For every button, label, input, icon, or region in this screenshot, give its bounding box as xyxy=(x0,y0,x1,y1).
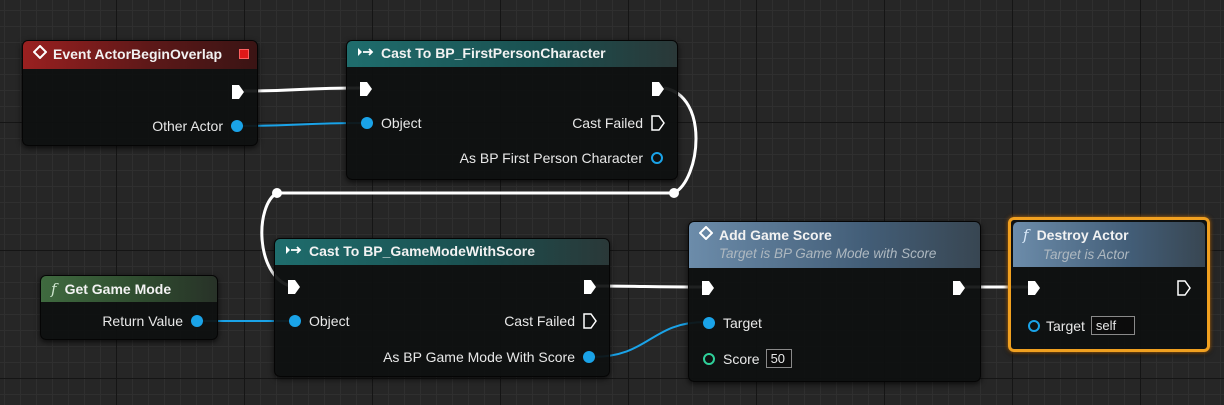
pin-other-actor[interactable]: Other Actor xyxy=(152,118,243,134)
node-subtitle: Target is Actor xyxy=(1043,247,1130,262)
node-header[interactable]: Cast To BP_FirstPersonCharacter xyxy=(347,41,677,67)
node-title: Add Game Score xyxy=(719,227,832,243)
exec-out-pin[interactable] xyxy=(583,279,597,295)
event-actor-begin-overlap-node[interactable]: Event ActorBeginOverlap Other Actor xyxy=(22,40,258,146)
pin-as-gamemode[interactable]: As BP Game Mode With Score xyxy=(383,349,595,365)
object-pin-icon xyxy=(1028,319,1040,332)
object-pin-icon xyxy=(289,315,301,327)
node-title: Get Game Mode xyxy=(64,281,172,297)
integer-pin-icon xyxy=(703,352,715,365)
exec-wire[interactable] xyxy=(593,284,703,289)
pin-as-fpc[interactable]: As BP First Person Character xyxy=(460,150,663,166)
destroy-actor-node[interactable]: f Destroy Actor Target is Actor Target se… xyxy=(1008,217,1210,352)
exec-pin-icon xyxy=(652,82,664,96)
pin-label: Object xyxy=(309,313,350,329)
pin-object[interactable]: Object xyxy=(361,115,421,131)
add-game-score-node[interactable]: Add Game Score Target is BP Game Mode wi… xyxy=(688,221,981,382)
node-title: Destroy Actor xyxy=(1036,227,1129,243)
exec-wire[interactable] xyxy=(243,86,361,93)
cast-arrows-icon xyxy=(357,46,375,58)
pin-label: Other Actor xyxy=(152,118,223,134)
exec-in-pin[interactable] xyxy=(1027,280,1041,296)
node-header[interactable]: f Destroy Actor Target is Actor xyxy=(1013,222,1205,267)
exec-pin-icon xyxy=(360,82,372,96)
object-pin-icon xyxy=(231,120,243,132)
node-title: Cast To BP_GameModeWithScore xyxy=(309,243,535,259)
object-pin-icon xyxy=(191,315,203,327)
node-header[interactable]: Cast To BP_GameModeWithScore xyxy=(275,239,609,265)
node-title: Event ActorBeginOverlap xyxy=(53,46,223,62)
node-subtitle: Target is BP Game Mode with Score xyxy=(719,246,937,261)
object-pin-icon xyxy=(583,351,595,363)
pin-label: Score xyxy=(723,350,760,367)
event-diamond-icon xyxy=(33,45,47,59)
exec-out-pin[interactable] xyxy=(952,280,966,296)
pin-label: Target xyxy=(1046,317,1085,334)
pin-object[interactable]: Object xyxy=(289,313,349,329)
exec-out-pin[interactable] xyxy=(231,84,245,100)
exec-in-pin[interactable] xyxy=(359,81,373,97)
exec-pin-icon xyxy=(702,281,714,295)
exec-in-pin[interactable] xyxy=(701,280,715,296)
function-f-icon: f xyxy=(1023,226,1029,244)
object-pin-icon xyxy=(651,152,663,164)
data-wire[interactable] xyxy=(241,122,363,127)
exec-in-pin[interactable] xyxy=(287,279,301,295)
pin-label: Cast Failed xyxy=(504,313,575,329)
pin-return-value[interactable]: Return Value xyxy=(102,313,203,329)
function-f-icon: f xyxy=(51,280,57,298)
pin-label: Return Value xyxy=(102,313,183,329)
exec-pin-icon xyxy=(583,313,597,329)
pin-target[interactable]: Target self xyxy=(1028,316,1135,335)
pin-label: As BP First Person Character xyxy=(459,150,643,166)
node-header[interactable]: f Get Game Mode xyxy=(41,276,217,302)
pin-target[interactable]: Target xyxy=(703,315,762,331)
object-pin-icon xyxy=(703,317,715,329)
delegate-pin-icon[interactable] xyxy=(239,49,249,59)
score-value-input[interactable]: 50 xyxy=(765,349,792,368)
exec-pin-icon xyxy=(1028,281,1040,295)
pin-cast-failed[interactable]: Cast Failed xyxy=(572,115,665,131)
object-pin-icon xyxy=(361,117,373,129)
exec-pin-icon xyxy=(1177,280,1191,296)
exec-out-pin[interactable] xyxy=(651,81,665,97)
exec-pin-icon xyxy=(288,280,300,294)
exec-pin-icon xyxy=(584,280,596,294)
pin-cast-failed[interactable]: Cast Failed xyxy=(504,313,597,329)
node-title: Cast To BP_FirstPersonCharacter xyxy=(381,45,606,61)
cast-to-gamemode-node[interactable]: Cast To BP_GameModeWithScore Object Cast… xyxy=(274,238,610,377)
cast-arrows-icon xyxy=(285,244,303,256)
pin-label: Target xyxy=(723,315,762,331)
event-diamond-icon xyxy=(699,226,713,240)
node-header[interactable]: Add Game Score Target is BP Game Mode wi… xyxy=(689,222,980,268)
target-self-input[interactable]: self xyxy=(1090,316,1135,335)
exec-pin-icon xyxy=(232,85,244,99)
cast-to-fpc-node[interactable]: Cast To BP_FirstPersonCharacter Object C… xyxy=(346,40,678,180)
reroute-knot[interactable] xyxy=(272,188,282,198)
exec-pin-icon xyxy=(953,281,965,295)
exec-out-pin[interactable] xyxy=(1177,280,1191,296)
get-game-mode-node[interactable]: f Get Game Mode Return Value xyxy=(40,275,218,340)
node-header[interactable]: Event ActorBeginOverlap xyxy=(23,41,257,69)
exec-pin-icon xyxy=(651,115,665,131)
pin-label: Object xyxy=(381,115,422,131)
pin-label: As BP Game Mode With Score xyxy=(383,349,575,365)
pin-label: Cast Failed xyxy=(572,115,643,131)
reroute-knot[interactable] xyxy=(669,188,679,198)
pin-score[interactable]: Score 50 xyxy=(703,349,792,368)
